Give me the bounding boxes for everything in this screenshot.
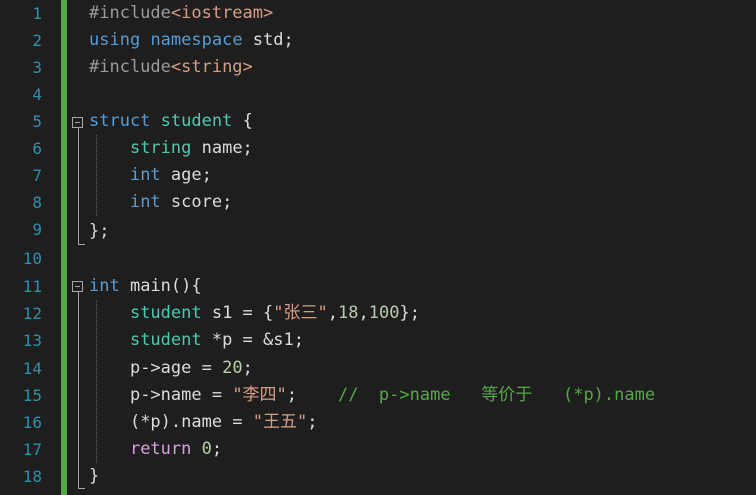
change-tracking-bar: [61, 0, 67, 495]
line-number: 18: [22, 467, 42, 486]
collapse-main-icon[interactable]: [72, 281, 83, 292]
line-number: 10: [22, 249, 42, 268]
code-line[interactable]: int score;: [89, 189, 756, 216]
code-line[interactable]: string name;: [89, 135, 756, 162]
line-number: 13: [22, 331, 42, 350]
line-number: 6: [32, 139, 42, 158]
code-editor[interactable]: 1 2 3 4 5 6 7 8 9 10 11 12 13 14 15 16 1…: [0, 0, 756, 495]
line-number: 2: [32, 31, 42, 50]
code-line[interactable]: #include<string>: [89, 54, 756, 81]
line-number: 9: [32, 220, 42, 239]
line-number: 4: [32, 85, 42, 104]
line-number: 7: [32, 166, 42, 185]
line-number: 8: [32, 193, 42, 212]
code-line[interactable]: student s1 = {"张三",18,100};: [89, 300, 756, 327]
line-number: 16: [22, 413, 42, 432]
code-line[interactable]: };: [89, 218, 756, 245]
code-line[interactable]: using namespace std;: [89, 27, 756, 54]
line-number: 5: [32, 112, 42, 131]
line-number: 15: [22, 386, 42, 405]
fold-end-marker: [78, 244, 85, 245]
code-line[interactable]: struct student {: [89, 108, 756, 135]
line-number: 11: [22, 277, 42, 296]
fold-end-marker: [78, 488, 85, 489]
code-line[interactable]: student *p = &s1;: [89, 327, 756, 354]
code-line[interactable]: (*p).name = "王五";: [89, 409, 756, 436]
line-number: 1: [32, 4, 42, 23]
code-line[interactable]: return 0;: [89, 436, 756, 463]
code-line[interactable]: int main(){: [89, 273, 756, 300]
fold-range-line: [78, 292, 79, 488]
code-line[interactable]: p->name = "李四"; // p->name 等价于 (*p).name: [89, 382, 756, 409]
code-line[interactable]: }: [89, 463, 756, 490]
collapse-struct-icon[interactable]: [72, 117, 83, 128]
code-line[interactable]: p->age = 20;: [89, 355, 756, 382]
line-number: 3: [32, 58, 42, 77]
line-number-gutter: 1 2 3 4 5 6 7 8 9 10 11 12 13 14 15 16 1…: [0, 0, 58, 495]
fold-range-line: [78, 128, 79, 244]
code-line[interactable]: int age;: [89, 162, 756, 189]
line-number: 14: [22, 359, 42, 378]
line-number: 17: [22, 440, 42, 459]
code-line[interactable]: #include<iostream>: [89, 0, 756, 27]
line-number: 12: [22, 304, 42, 323]
